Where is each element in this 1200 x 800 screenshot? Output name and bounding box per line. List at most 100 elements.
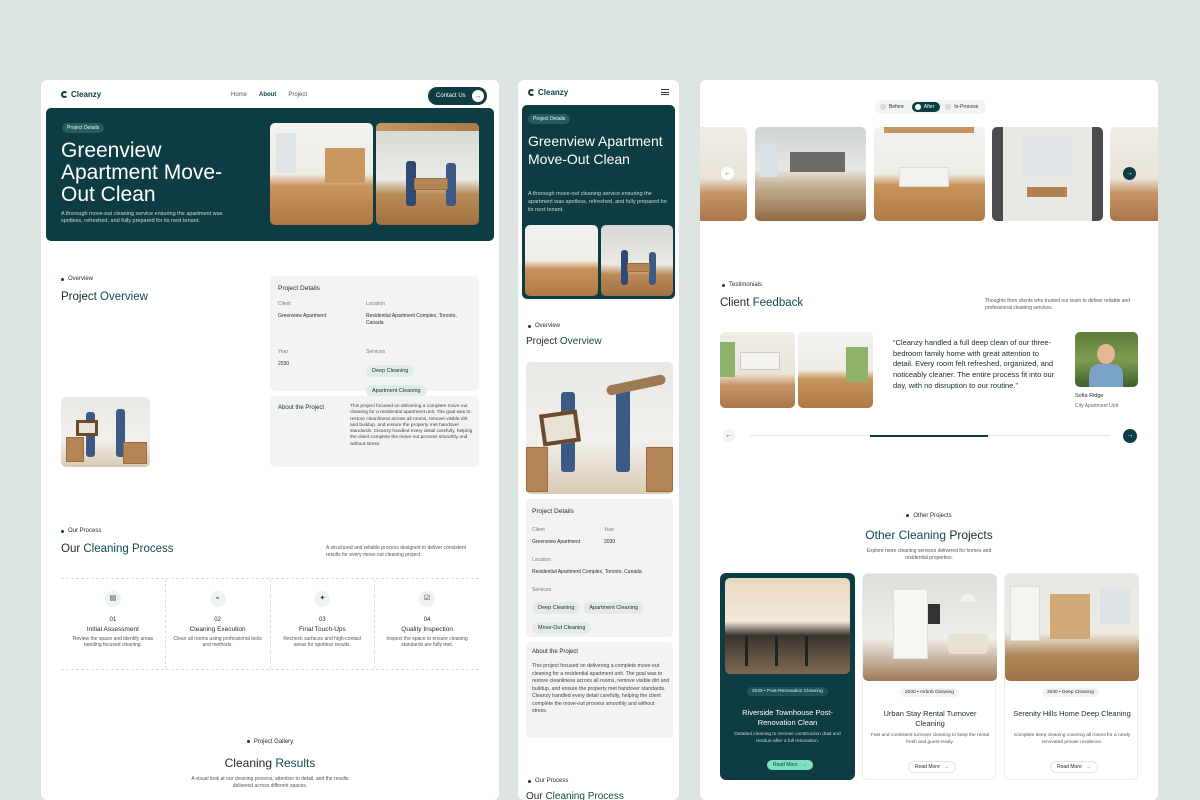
mobile-hero: Project Details Greenview Apartment Move…	[522, 105, 675, 299]
gallery-description: A visual look at our cleaning process, a…	[191, 776, 349, 789]
overview-title: Project Overview	[61, 291, 148, 303]
testimonials-title-a: Client	[720, 297, 753, 309]
year-label: Year	[604, 527, 615, 533]
other-title-b: Projects	[949, 528, 993, 542]
hero-title: Greenview Apartment Move-Out Clean	[61, 139, 223, 206]
toggle-dot	[880, 104, 886, 110]
project-card-title: Urban Stay Rental Turnover Cleaning	[883, 709, 977, 728]
testimonial-prev-button[interactable]: ←	[722, 429, 735, 442]
process-tag: Our Process	[528, 778, 568, 784]
overview-title-a: Project	[526, 336, 560, 347]
project-details-card: Project Details Client Greenview Apartme…	[270, 276, 479, 417]
about-title: About the Project	[532, 649, 579, 655]
hero-badge: Project Details	[62, 123, 105, 133]
testimonial-next-button[interactable]: →	[1123, 429, 1137, 443]
overview-title: Project Overview	[526, 336, 602, 347]
brand-name: Cleanzy	[71, 90, 102, 99]
process-steps: ▤ 01 Initial Assessment Review the space…	[61, 578, 479, 670]
gallery-title-b: Results	[275, 756, 316, 770]
other-title-a: Other Cleaning	[865, 528, 950, 542]
brand-name: Cleanzy	[538, 88, 569, 97]
checklist-icon: ☑	[419, 591, 436, 607]
toggle-after[interactable]: After	[911, 102, 941, 112]
hero-description: A thorough move-out cleaning service ens…	[61, 211, 223, 224]
location-value: Residential Apartment Complex, Toronto, …	[532, 569, 642, 575]
service-pill: Deep Cleaning	[532, 602, 581, 614]
carousel-prev-button[interactable]: ←	[721, 167, 734, 180]
gallery-title-a: Cleaning	[224, 756, 276, 770]
toggle-in-process-label: In-Process	[954, 104, 979, 110]
sparkle-icon: ✦	[314, 591, 331, 607]
toggle-before[interactable]: Before	[877, 102, 910, 112]
service-pill: Deep Cleaning	[366, 365, 415, 377]
toggle-dot	[945, 104, 952, 110]
process-title-a: Our	[61, 543, 84, 555]
gallery-photo	[992, 127, 1103, 221]
project-card-photo	[725, 578, 850, 674]
testimonials-title-b: Feedback	[752, 297, 804, 309]
testimonials-description: Thoughts from clients who trusted our te…	[985, 298, 1131, 311]
client-label: Client	[532, 527, 545, 533]
brand-logo[interactable]: Cleanzy	[61, 90, 101, 99]
process-description: A structured and reliable process design…	[326, 545, 467, 558]
gallery-tag: Project Gallery	[247, 739, 293, 745]
read-more-label: Read More	[915, 764, 940, 770]
nav-project[interactable]: Project	[288, 92, 307, 98]
read-more-label: Read More	[1057, 764, 1082, 770]
arrow-right-icon: →	[801, 762, 807, 768]
process-title-b: Cleaning Process	[545, 791, 624, 800]
other-projects-intro: Other Projects Other Cleaning Projects E…	[700, 504, 1158, 561]
process-title-a: Our	[526, 791, 546, 800]
toggle-in-process[interactable]: In-Process	[942, 102, 984, 112]
hero-photo-empty-room	[270, 123, 373, 225]
toggle-dot	[914, 104, 921, 110]
process-tag: Our Process	[61, 528, 101, 534]
carousel-next-button[interactable]: →	[1123, 167, 1136, 180]
project-card[interactable]: 2030 • Airbnb Cleaning Urban Stay Rental…	[862, 573, 997, 780]
read-more-label: Read More	[773, 762, 798, 768]
desktop-header: Cleanzy Home About Project Contact Us →	[41, 80, 499, 110]
brand-logo[interactable]: Cleanzy	[528, 88, 568, 97]
gallery-toggle: Before After In-Process	[875, 100, 987, 114]
step-text: Clean all rooms using professional tools…	[173, 636, 262, 649]
step-text: Inspect the space to ensure cleaning sta…	[386, 636, 468, 649]
hamburger-menu-icon[interactable]	[661, 89, 669, 95]
project-card[interactable]: 2030 • Deep Cleaning Serenity Hills Home…	[1004, 573, 1139, 780]
gallery-title: Cleaning Results	[41, 756, 499, 770]
overview-photo-movers	[61, 397, 150, 467]
arrow-right-icon: →	[1085, 764, 1091, 770]
read-more-button[interactable]: Read More →	[1050, 761, 1098, 773]
read-more-button[interactable]: Read More →	[767, 760, 813, 770]
step-number: 01	[109, 617, 117, 623]
arrow-right-icon: →	[471, 90, 484, 102]
clipboard-icon: ▤	[104, 591, 121, 607]
testimonial-photo	[798, 332, 873, 408]
project-card-photo	[1005, 574, 1139, 681]
contact-button[interactable]: Contact Us →	[428, 87, 487, 105]
step-number: 03	[319, 617, 326, 623]
step-title: Initial Assessment	[86, 626, 139, 633]
services-pills: Deep CleaningApartment Cleaning Move-Out …	[532, 596, 662, 636]
overview-title-b: Overview	[100, 291, 148, 303]
year-label: Year	[278, 349, 289, 355]
testimonials-tag: Testimonials	[722, 282, 762, 288]
service-pill: Apartment Cleaning	[583, 602, 645, 614]
nav-about[interactable]: About	[259, 92, 276, 98]
read-more-button[interactable]: Read More →	[908, 761, 956, 773]
step-text: Recheck surfaces and high-contact areas …	[283, 636, 362, 649]
other-tag: Other Projects	[906, 513, 951, 519]
about-project-card: About the Project This project focused o…	[526, 642, 673, 738]
gallery-intro: Project Gallery Cleaning Results A visua…	[41, 730, 499, 789]
project-card-title: Riverside Townhouse Post-Renovation Clea…	[742, 708, 833, 727]
arrow-right-icon: →	[943, 764, 949, 770]
project-card[interactable]: 2029 • Post-Renovation Cleaning Riversid…	[720, 573, 855, 780]
about-project-card: About the Project This project focused o…	[270, 396, 479, 467]
nav-home[interactable]: Home	[231, 92, 247, 98]
gallery-photo	[874, 127, 985, 221]
desktop-page: Cleanzy Home About Project Contact Us → …	[41, 80, 499, 800]
overview-photo-movers	[526, 362, 673, 494]
testimonials-title: Client Feedback	[720, 297, 803, 309]
main-nav: Home About Project	[231, 92, 307, 98]
project-card-text: Complete deep cleaning covering all room…	[1013, 733, 1131, 745]
mobile-header: Cleanzy	[518, 80, 679, 104]
